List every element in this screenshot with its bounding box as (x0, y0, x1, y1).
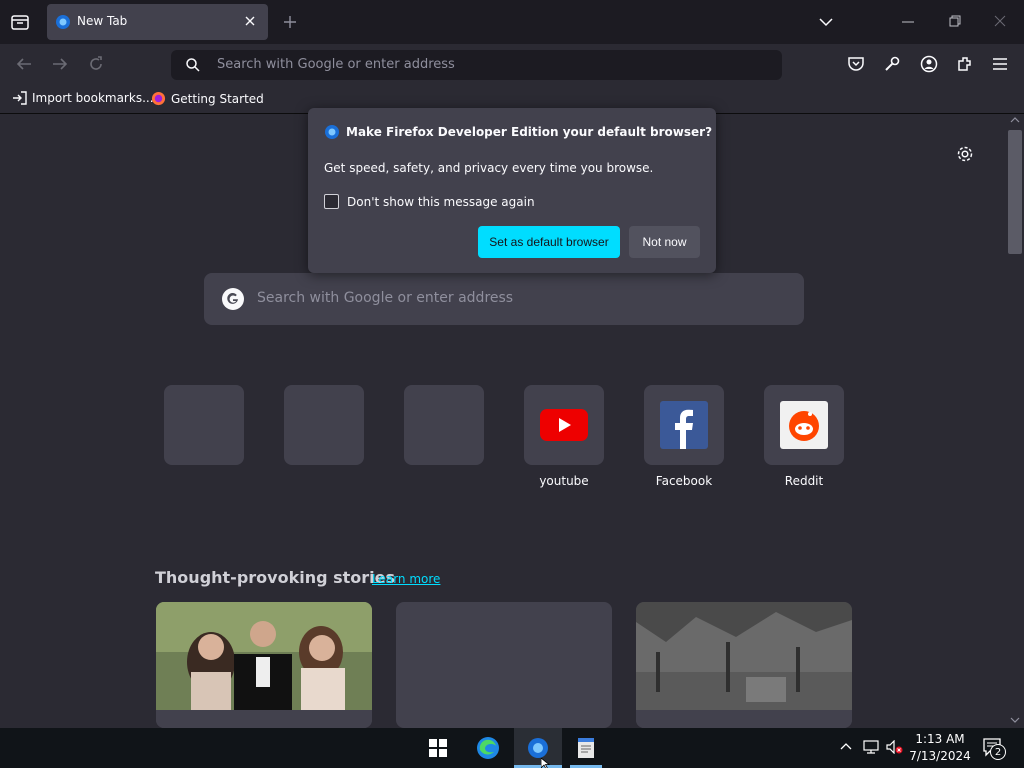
forward-icon[interactable] (51, 56, 69, 72)
newtab-search-box[interactable]: Search with Google or enter address (204, 273, 804, 325)
firefox-view-icon[interactable] (10, 12, 30, 32)
bookmark-import[interactable]: Import bookmarks... (12, 91, 154, 105)
network-icon[interactable] (862, 740, 880, 754)
start-button[interactable] (418, 728, 458, 768)
tab-title: New Tab (77, 14, 128, 28)
url-bar[interactable]: Search with Google or enter address (171, 50, 782, 80)
learn-more-link[interactable]: Learn more (372, 572, 440, 586)
dont-show-again-checkbox[interactable]: Don't show this message again (324, 194, 535, 209)
not-now-button[interactable]: Not now (629, 226, 700, 258)
import-icon (12, 91, 27, 105)
google-icon (221, 287, 245, 311)
window-close-icon[interactable] (994, 15, 1006, 27)
notification-body: Get speed, safety, and privacy every tim… (324, 161, 654, 175)
scrollbar-thumb[interactable] (1008, 130, 1022, 254)
notification-count-badge: 2 (990, 744, 1006, 760)
close-tab-icon[interactable] (244, 15, 256, 27)
facebook-icon (660, 401, 708, 449)
reload-icon[interactable] (88, 56, 104, 72)
clock-date: 7/13/2024 (909, 749, 971, 763)
top-site-facebook[interactable] (644, 385, 724, 465)
firefox-dev-icon (55, 14, 71, 30)
top-site-youtube[interactable] (524, 385, 604, 465)
wrench-icon[interactable] (883, 55, 901, 73)
minimize-icon[interactable] (902, 20, 914, 24)
story-card[interactable] (156, 602, 372, 728)
taskbar-edge[interactable] (468, 728, 508, 768)
taskbar-firefox-dev[interactable] (514, 728, 562, 768)
checkbox-label: Don't show this message again (347, 194, 535, 209)
mouse-cursor-icon (541, 758, 551, 768)
scroll-up-icon[interactable] (1010, 117, 1020, 123)
bookmark-getting-started[interactable]: Getting Started (151, 91, 264, 106)
edge-icon (477, 737, 499, 759)
list-tabs-chevron-icon[interactable] (818, 16, 834, 28)
new-tab-icon[interactable] (282, 14, 298, 30)
bookmark-label: Getting Started (171, 91, 264, 106)
top-site-label: Facebook (655, 474, 713, 488)
account-icon[interactable] (920, 55, 938, 73)
top-site-empty[interactable] (164, 385, 244, 465)
firefox-dev-icon (324, 124, 340, 140)
clock-time: 1:13 AM (915, 732, 965, 746)
story-image (156, 602, 372, 728)
tab-new-tab[interactable]: New Tab (47, 4, 268, 40)
notepad-icon (578, 738, 594, 758)
default-browser-notification: Make Firefox Developer Edition your defa… (308, 108, 716, 273)
top-site-reddit[interactable] (764, 385, 844, 465)
search-icon (185, 57, 201, 73)
url-bar-placeholder: Search with Google or enter address (217, 57, 455, 72)
firefox-dev-icon (528, 738, 548, 758)
settings-gear-icon[interactable] (956, 145, 974, 163)
volume-muted-icon[interactable] (886, 740, 904, 754)
reddit-icon (780, 401, 828, 449)
hamburger-menu-icon[interactable] (992, 57, 1008, 71)
checkbox[interactable] (324, 194, 339, 209)
firefox-icon (151, 91, 166, 106)
top-site-empty[interactable] (404, 385, 484, 465)
story-image (636, 602, 852, 728)
story-card[interactable] (636, 602, 852, 728)
pocket-icon[interactable] (847, 56, 865, 72)
notification-title: Make Firefox Developer Edition your defa… (346, 125, 713, 139)
system-clock[interactable]: 1:13 AM 7/13/2024 (905, 731, 975, 765)
top-site-empty[interactable] (284, 385, 364, 465)
show-hidden-icons-chevron-icon[interactable] (840, 742, 852, 750)
bookmark-label: Import bookmarks... (32, 91, 154, 105)
set-default-browser-button[interactable]: Set as default browser (478, 226, 620, 258)
windows-icon (429, 739, 447, 757)
stories-heading: Thought-provoking stories (155, 568, 396, 587)
youtube-icon (540, 409, 588, 441)
top-site-label: Reddit (784, 474, 824, 488)
taskbar-notepad[interactable] (566, 728, 606, 768)
top-site-label: youtube (539, 474, 589, 488)
restore-icon[interactable] (949, 15, 961, 27)
extensions-icon[interactable] (956, 55, 974, 73)
scroll-down-icon[interactable] (1010, 717, 1020, 723)
story-card[interactable] (396, 602, 612, 728)
newtab-search-placeholder: Search with Google or enter address (257, 290, 514, 306)
back-icon[interactable] (15, 56, 33, 72)
